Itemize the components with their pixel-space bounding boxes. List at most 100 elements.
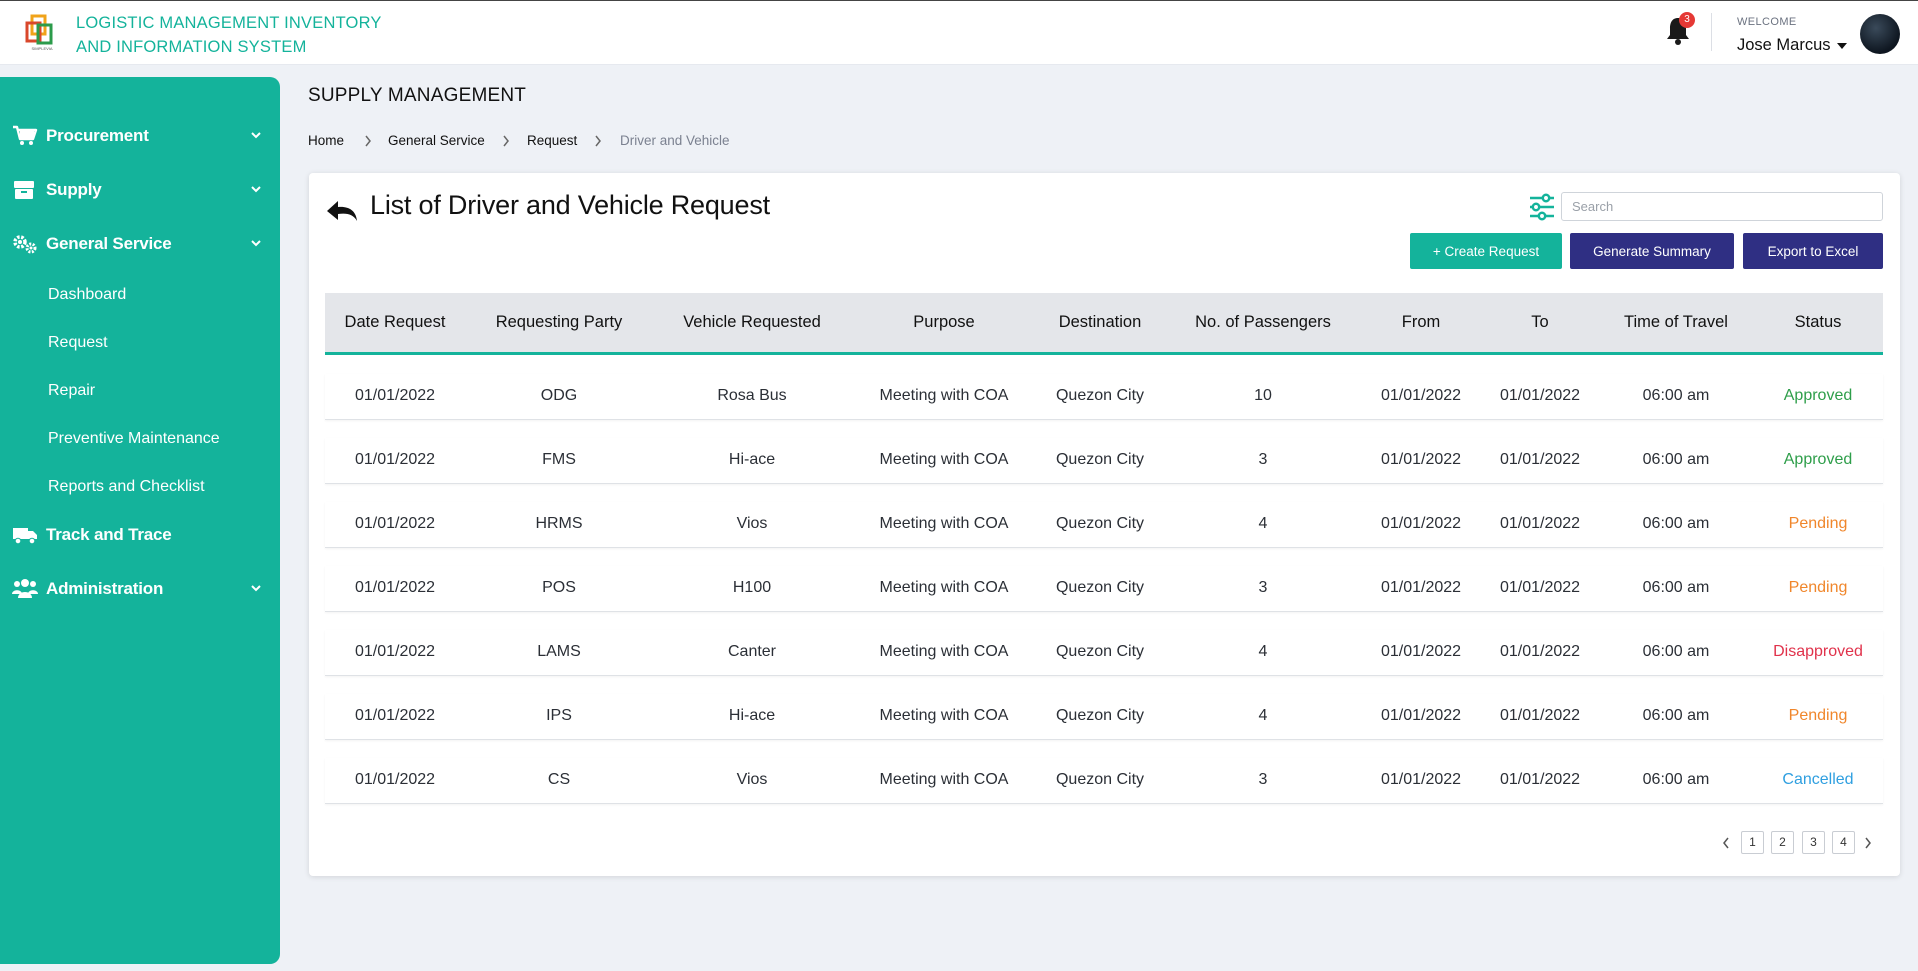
cell-no-of-passengers: 4 [1258,515,1268,532]
page-button-1[interactable]: 1 [1741,831,1764,854]
cell-destination: Quezon City [1055,387,1145,404]
sidebar-item-supply[interactable]: Supply [0,170,280,210]
breadcrumb-driver-and-vehicle: Driver and Vehicle [620,133,730,148]
table-row[interactable]: 01/01/2022 CS Vios Meeting with COA Quezon C… [325,758,1883,804]
cell-destination: Quezon City [1055,707,1145,724]
generate-summary-button[interactable]: Generate Summary [1570,233,1734,269]
cell-vehicle-requested: H100 [732,579,772,596]
column-header-from[interactable]: From [1402,313,1441,332]
sidebar-item-general-service[interactable]: General Service [0,224,280,264]
simplevia-logo-icon[interactable]: SIMPLEVIA [22,13,62,53]
cart-icon [13,125,38,145]
column-header-purpose[interactable]: Purpose [913,313,974,332]
cell-to: 01/01/2022 [1499,387,1581,404]
cell-date-request: 01/01/2022 [354,579,436,596]
chevron-right-icon[interactable] [1864,837,1872,849]
sidebar-sub-reports-and-checklist[interactable]: Reports and Checklist [48,478,205,496]
column-header-time-of-travel[interactable]: Time of Travel [1624,313,1728,332]
sidebar: Procurement Supply General Service Dashb… [0,77,280,964]
cell-requesting-party: HRMS [535,515,583,532]
chevron-down-icon [251,585,261,592]
app-brand-title: LOGISTIC MANAGEMENT INVENTORY AND INFORM… [76,11,382,59]
cell-no-of-passengers: 4 [1258,707,1268,724]
search-input[interactable] [1561,192,1883,221]
column-header-to[interactable]: To [1531,313,1548,332]
column-header-requesting-party[interactable]: Requesting Party [496,313,623,332]
create-request-button[interactable]: + Create Request [1410,233,1562,269]
cell-vehicle-requested: Canter [727,643,777,660]
cell-requesting-party: IPS [546,707,572,724]
sidebar-item-procurement[interactable]: Procurement [0,116,280,156]
page-button-2[interactable]: 2 [1771,831,1794,854]
cell-vehicle-requested: Hi-ace [728,451,776,468]
chevron-right-icon [595,135,601,147]
cell-from: 01/01/2022 [1380,707,1462,724]
page-title: SUPPLY MANAGEMENT [308,85,527,106]
chevron-left-icon[interactable] [1722,837,1730,849]
breadcrumb-home[interactable]: Home [308,133,344,148]
sidebar-sub-repair[interactable]: Repair [48,382,95,400]
cell-time-of-travel: 06:00 am [1642,387,1710,404]
status-badge: Pending [1788,515,1848,532]
column-header-vehicle-requested[interactable]: Vehicle Requested [683,313,821,332]
cell-requesting-party: LAMS [537,643,581,660]
chevron-down-icon [251,132,261,139]
cell-destination: Quezon City [1055,579,1145,596]
table-row[interactable]: 01/01/2022 HRMS Vios Meeting with COA Quezon… [325,502,1883,548]
truck-icon [13,528,37,545]
page-button-3[interactable]: 3 [1802,831,1825,854]
sidebar-item-track-and-trace[interactable]: Track and Trace [0,515,280,555]
sidebar-sub-preventive-maintenance[interactable]: Preventive Maintenance [48,430,220,448]
table-row[interactable]: 01/01/2022 ODG Rosa Bus Meeting with COA Que… [325,374,1883,420]
column-header-status[interactable]: Status [1795,313,1842,332]
cell-requesting-party: POS [542,579,576,596]
notification-count-badge: 3 [1679,12,1695,28]
cell-to: 01/01/2022 [1499,707,1581,724]
avatar[interactable] [1860,14,1900,54]
column-header-destination[interactable]: Destination [1059,313,1142,332]
user-menu[interactable]: Jose Marcus [1737,36,1847,55]
sidebar-item-label: Procurement [46,126,149,145]
table-header: Date Request Requesting Party Vehicle Re… [325,293,1883,355]
card-title: List of Driver and Vehicle Request [370,190,770,220]
sidebar-sub-request[interactable]: Request [48,334,108,352]
table-row[interactable]: 01/01/2022 FMS Hi-ace Meeting with COA Quezo… [325,438,1883,484]
user-name: Jose Marcus [1737,36,1831,54]
breadcrumb-general-service[interactable]: General Service [388,133,485,148]
status-badge: Disapproved [1773,643,1863,660]
sidebar-item-label: Supply [46,180,102,199]
cell-time-of-travel: 06:00 am [1642,579,1710,596]
column-header-no-of-passengers[interactable]: No. of Passengers [1195,313,1331,332]
cell-requesting-party: ODG [540,387,578,404]
chevron-right-icon [503,135,509,147]
table-row[interactable]: 01/01/2022 IPS Hi-ace Meeting with COA Quezo… [325,694,1883,740]
cell-purpose: Meeting with COA [879,707,1009,724]
sidebar-item-administration[interactable]: Administration [0,569,280,609]
cell-no-of-passengers: 3 [1258,579,1268,596]
sidebar-item-label: General Service [46,234,172,253]
export-to-excel-button[interactable]: Export to Excel [1743,233,1883,269]
cell-purpose: Meeting with COA [879,451,1009,468]
cell-destination: Quezon City [1055,515,1145,532]
table-row[interactable]: 01/01/2022 LAMS Canter Meeting with COA Quez… [325,630,1883,676]
cell-no-of-passengers: 3 [1258,451,1268,468]
cell-no-of-passengers: 10 [1254,387,1272,404]
sidebar-sub-dashboard[interactable]: Dashboard [48,286,126,304]
cell-destination: Quezon City [1055,643,1145,660]
cell-to: 01/01/2022 [1499,643,1581,660]
breadcrumb-request[interactable]: Request [527,133,577,148]
column-header-date-request[interactable]: Date Request [345,313,446,332]
box-icon [14,181,34,199]
gears-icon [13,235,37,254]
cell-date-request: 01/01/2022 [354,387,436,404]
cell-date-request: 01/01/2022 [354,643,436,660]
back-arrow-icon[interactable] [324,193,360,223]
filter-sliders-icon[interactable] [1527,192,1557,222]
cell-time-of-travel: 06:00 am [1642,643,1710,660]
cell-time-of-travel: 06:00 am [1642,707,1710,724]
cell-no-of-passengers: 4 [1258,643,1268,660]
cell-from: 01/01/2022 [1380,771,1462,788]
status-badge: Approved [1783,451,1853,468]
table-row[interactable]: 01/01/2022 POS H100 Meeting with COA Quezon … [325,566,1883,612]
page-button-4[interactable]: 4 [1832,831,1855,854]
